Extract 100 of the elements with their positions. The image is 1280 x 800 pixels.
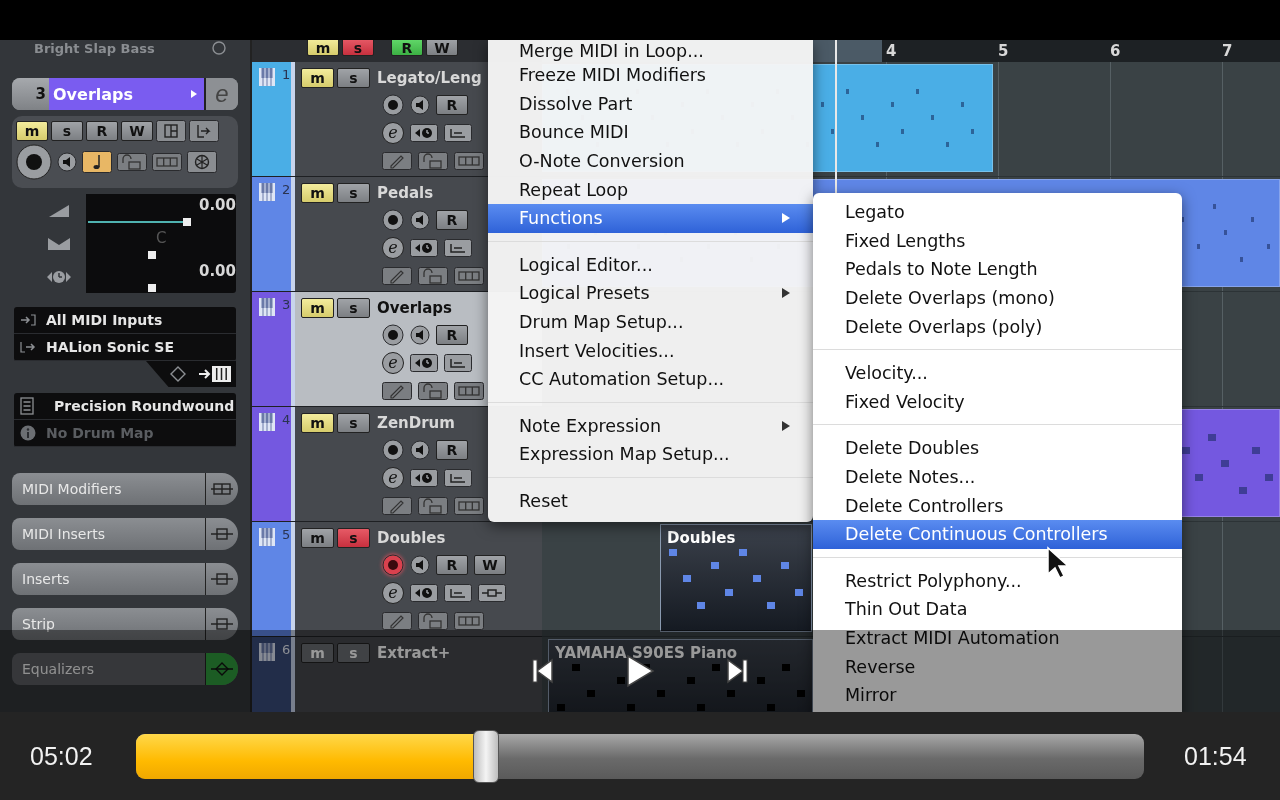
grid-icon[interactable] xyxy=(210,482,234,496)
edit-button[interactable]: e xyxy=(382,122,404,144)
solo-button[interactable]: s xyxy=(337,68,370,88)
timebase-button-icon[interactable] xyxy=(410,584,438,602)
lanes-button-icon[interactable] xyxy=(444,584,472,602)
track-header[interactable]: 5 m s Doubles R W e xyxy=(252,522,542,637)
mute-button[interactable]: m xyxy=(301,298,334,318)
insert-icon[interactable] xyxy=(210,617,234,631)
track-name-field[interactable]: Overlaps xyxy=(49,78,206,110)
write-button[interactable]: W xyxy=(474,555,506,575)
monitor-button-icon[interactable] xyxy=(410,440,430,460)
menu-item[interactable]: Functions xyxy=(488,203,813,233)
lock-icon[interactable] xyxy=(418,382,448,400)
edit-button[interactable]: e xyxy=(382,467,404,489)
menu-item[interactable]: Pedals to Note Length xyxy=(813,255,1182,284)
menu-item[interactable]: Delete Continuous Controllers xyxy=(813,519,1182,549)
monitor-button-icon[interactable] xyxy=(410,210,430,230)
next-icon[interactable] xyxy=(725,658,749,684)
slider-thumb[interactable] xyxy=(148,251,156,259)
read-button[interactable]: R xyxy=(436,555,468,575)
menu-item[interactable]: Delete Doubles xyxy=(813,434,1182,463)
bars-icon[interactable] xyxy=(454,152,484,170)
record-button-icon[interactable] xyxy=(382,94,404,116)
lanes-button-icon[interactable] xyxy=(444,239,472,257)
lock-button-icon[interactable] xyxy=(117,153,147,171)
menu-item[interactable]: Reverse xyxy=(813,652,1182,681)
pencil-icon[interactable] xyxy=(382,612,412,630)
previous-icon[interactable] xyxy=(531,658,555,684)
menu-item[interactable]: Delete Controllers xyxy=(813,491,1182,520)
solo-button[interactable]: s xyxy=(51,121,83,141)
solo-button[interactable]: s xyxy=(337,183,370,203)
menu-item[interactable]: Thin Out Data xyxy=(813,595,1182,624)
lock-icon[interactable] xyxy=(418,612,448,630)
preset-name[interactable]: Precision Roundwound xyxy=(54,398,235,414)
monitor-button-icon[interactable] xyxy=(410,325,430,345)
menu-item[interactable]: Extract MIDI Automation xyxy=(813,623,1182,653)
lock-icon[interactable] xyxy=(418,497,448,515)
record-button-icon[interactable] xyxy=(16,144,52,180)
timebase-button-icon[interactable] xyxy=(410,239,438,257)
diamond-icon[interactable] xyxy=(170,366,186,382)
pencil-icon[interactable] xyxy=(382,267,412,285)
solo-button[interactable]: s xyxy=(337,643,370,663)
menu-item[interactable]: Delete Notes... xyxy=(813,462,1182,492)
read-button[interactable]: R xyxy=(436,325,468,345)
mute-all-button[interactable]: m xyxy=(307,40,339,56)
write-button[interactable]: W xyxy=(121,121,153,141)
timebase-button-icon[interactable] xyxy=(410,124,438,142)
menu-item[interactable]: Restrict Polyphony... xyxy=(813,566,1182,596)
insert-button-icon[interactable] xyxy=(478,584,506,602)
pencil-icon[interactable] xyxy=(382,497,412,515)
output-routing[interactable]: HALion Sonic SE xyxy=(46,339,175,355)
track-header[interactable]: 6 m s Extract+ xyxy=(252,637,542,712)
insert-icon[interactable] xyxy=(210,527,234,541)
piano-arrow-icon[interactable] xyxy=(198,365,232,383)
bars-icon[interactable] xyxy=(454,382,484,400)
menu-item[interactable]: Delete Overlaps (poly) xyxy=(813,312,1182,341)
lanes-button-icon[interactable] xyxy=(444,469,472,487)
read-button[interactable]: R xyxy=(86,121,118,141)
freeze-button-icon[interactable] xyxy=(187,151,217,173)
record-button-icon[interactable] xyxy=(382,209,404,231)
bars-icon[interactable] xyxy=(454,497,484,515)
eq-icon[interactable] xyxy=(210,662,234,676)
bars-button-icon[interactable] xyxy=(152,153,182,171)
solo-button[interactable]: s xyxy=(337,413,370,433)
pencil-icon[interactable] xyxy=(382,152,412,170)
bars-icon[interactable] xyxy=(454,612,484,630)
knob-icon[interactable] xyxy=(212,41,226,55)
menu-item[interactable]: Fixed Lengths xyxy=(813,226,1182,256)
menu-item[interactable]: Delete Overlaps (mono) xyxy=(813,283,1182,313)
note-button-icon[interactable] xyxy=(82,151,112,173)
timebase-button-icon[interactable] xyxy=(410,354,438,372)
insert-icon[interactable] xyxy=(210,572,234,586)
solo-button[interactable]: s xyxy=(337,298,370,318)
mute-button[interactable]: m xyxy=(16,121,48,141)
lanes-button-icon[interactable] xyxy=(444,354,472,372)
lock-icon[interactable] xyxy=(418,152,448,170)
record-button-icon[interactable] xyxy=(382,324,404,346)
bars-icon[interactable] xyxy=(454,267,484,285)
midi-part[interactable]: YAMAHA S90ES Piano xyxy=(548,639,813,712)
midi-part[interactable]: Doubles xyxy=(660,524,812,632)
read-button[interactable]: R xyxy=(436,210,468,230)
monitor-button-icon[interactable] xyxy=(57,152,77,172)
menu-item[interactable]: Mirror xyxy=(813,680,1182,710)
menu-item[interactable]: Velocity... xyxy=(813,358,1182,388)
timebase-button-icon[interactable] xyxy=(410,469,438,487)
edit-button[interactable]: e xyxy=(382,582,404,604)
lanes-button-icon[interactable] xyxy=(444,124,472,142)
monitor-button-icon[interactable] xyxy=(410,95,430,115)
solo-button[interactable]: s xyxy=(337,528,370,548)
mute-button[interactable]: m xyxy=(301,183,334,203)
solo-all-button[interactable]: s xyxy=(342,40,374,56)
read-button[interactable]: R xyxy=(436,440,468,460)
pencil-icon[interactable] xyxy=(382,382,412,400)
slider-thumb[interactable] xyxy=(148,284,156,292)
read-button[interactable]: R xyxy=(436,95,468,115)
edit-button[interactable]: e xyxy=(382,352,404,374)
edit-button[interactable]: e xyxy=(382,237,404,259)
mute-button[interactable]: m xyxy=(301,643,334,663)
record-button-icon[interactable] xyxy=(382,439,404,461)
lock-icon[interactable] xyxy=(418,267,448,285)
